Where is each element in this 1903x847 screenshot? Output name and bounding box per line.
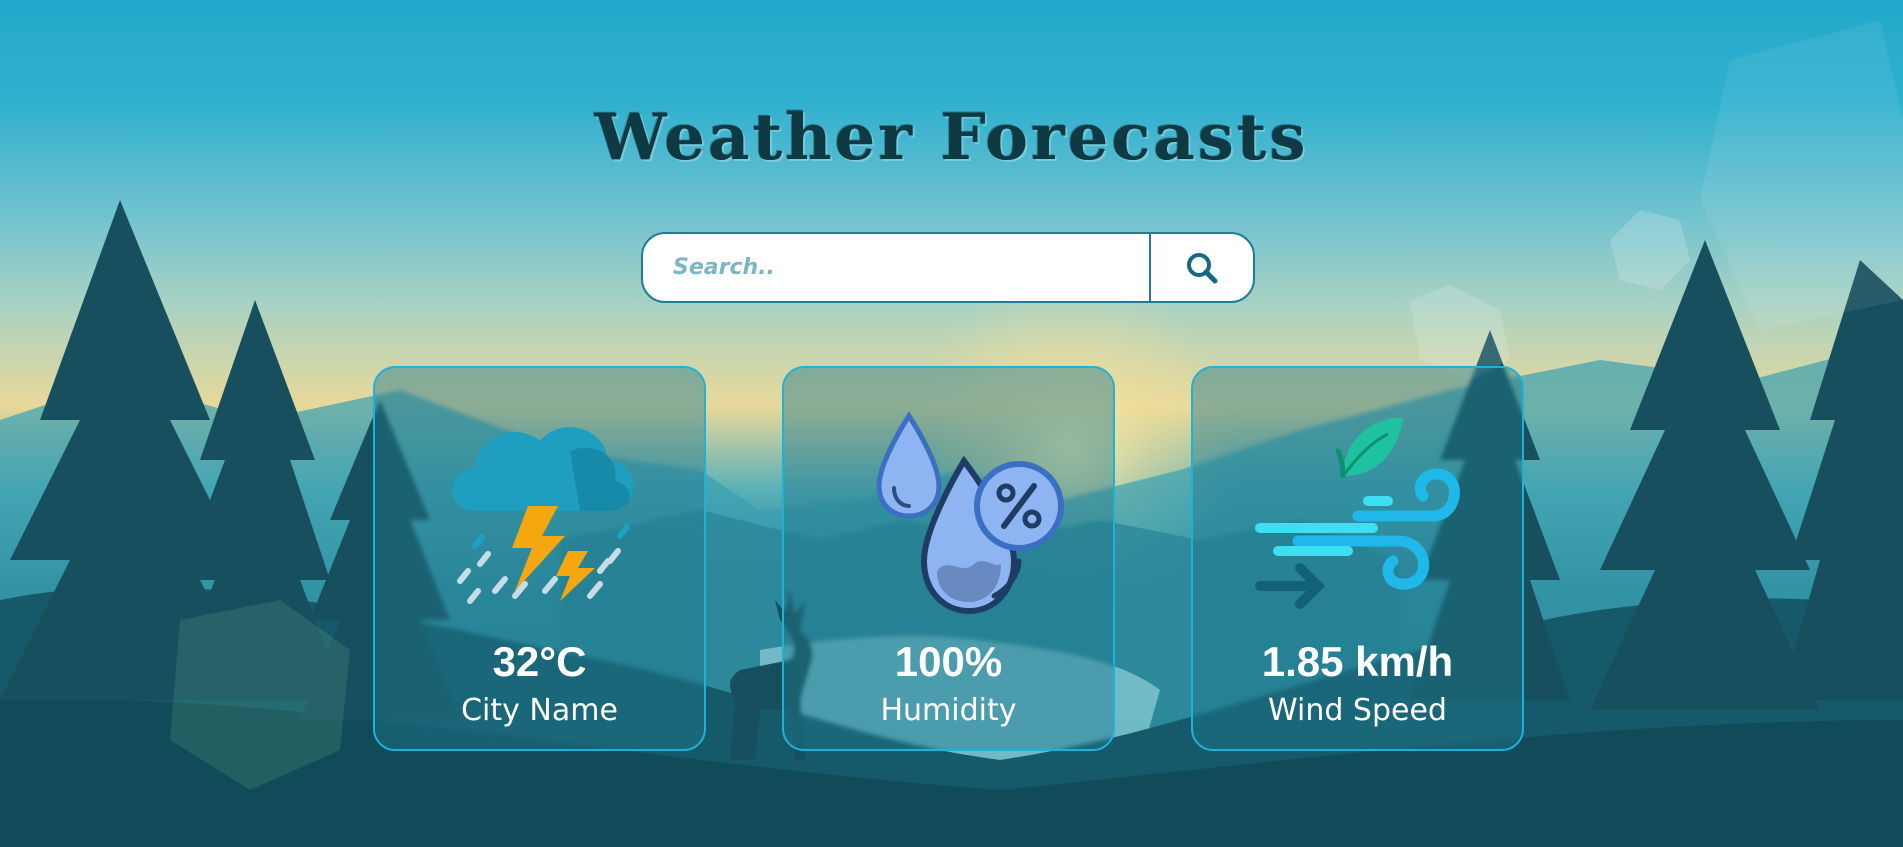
- temperature-card: 32°C City Name: [373, 366, 706, 751]
- humidity-label: Humidity: [880, 693, 1017, 728]
- page-title: Weather Forecasts: [594, 100, 1309, 175]
- humidity-card: 100% Humidity: [782, 366, 1115, 751]
- search-button[interactable]: [1149, 234, 1253, 301]
- search-bar: [641, 232, 1255, 303]
- wind-speed-value: 1.85 km/h: [1261, 638, 1454, 685]
- wind-card: 1.85 km/h Wind Speed: [1191, 366, 1524, 751]
- humidity-value: 100%: [894, 638, 1003, 685]
- wind-icon: [1254, 417, 1460, 609]
- wind-speed-label: Wind Speed: [1268, 693, 1447, 728]
- thunderstorm-rain-icon: [452, 427, 633, 604]
- search-input[interactable]: [643, 234, 1149, 301]
- search-icon: [1187, 252, 1218, 283]
- city-name-label: City Name: [461, 693, 618, 728]
- temperature-value: 32°C: [492, 638, 587, 685]
- humidity-drop-icon: [875, 411, 1064, 615]
